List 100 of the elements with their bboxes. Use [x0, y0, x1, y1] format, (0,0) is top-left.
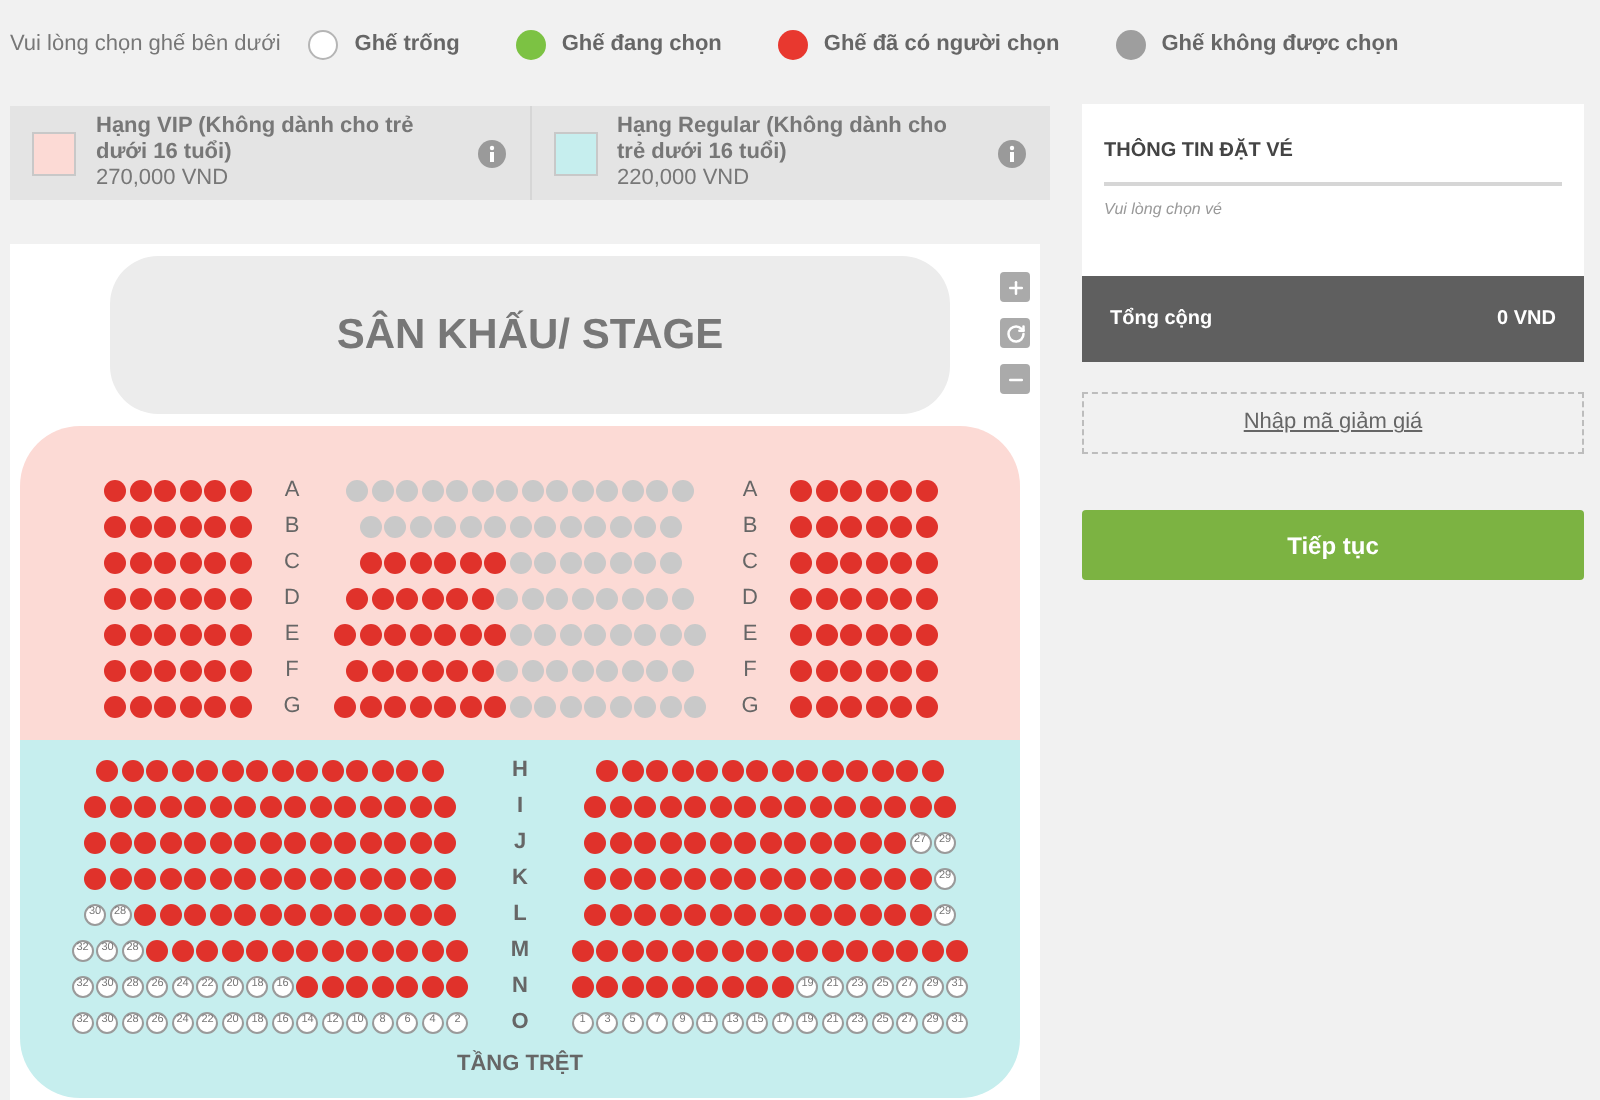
continue-button[interactable]: Tiếp tục — [1082, 510, 1584, 580]
seat — [154, 623, 177, 645]
seat — [346, 587, 369, 609]
seat — [109, 795, 131, 817]
seat — [204, 515, 227, 537]
seat — [334, 831, 356, 853]
seat — [771, 759, 794, 781]
row-label: E — [282, 619, 302, 650]
seat — [246, 759, 269, 781]
seat — [884, 831, 906, 853]
seat — [204, 479, 227, 501]
seat — [921, 759, 944, 781]
seat — [309, 831, 331, 853]
empty-note: Vui lòng chọn vé — [1104, 198, 1225, 222]
seat — [659, 623, 681, 645]
row-label: D — [282, 583, 302, 614]
seat — [846, 759, 869, 781]
seat — [834, 903, 856, 925]
seat — [159, 795, 181, 817]
seat — [840, 587, 863, 609]
seat — [509, 695, 531, 717]
seat — [646, 939, 669, 961]
seat — [734, 903, 756, 925]
seat — [634, 831, 656, 853]
seat — [884, 795, 906, 817]
seat — [171, 759, 194, 781]
seat — [790, 515, 813, 537]
seat — [521, 479, 544, 501]
seat — [534, 695, 556, 717]
seat — [815, 587, 838, 609]
seat — [154, 479, 177, 501]
seat — [596, 975, 619, 997]
seat — [296, 759, 319, 781]
seat — [154, 551, 177, 573]
zoom-in-button[interactable] — [1000, 272, 1030, 302]
seat — [534, 551, 556, 573]
seat — [434, 695, 456, 717]
seat — [184, 903, 206, 925]
seat — [159, 903, 181, 925]
seat — [204, 623, 227, 645]
seat — [496, 479, 519, 501]
row-label: A — [282, 475, 302, 506]
seat — [221, 939, 244, 961]
seat — [684, 695, 706, 717]
seat — [559, 551, 581, 573]
seat — [484, 515, 506, 537]
seat — [621, 759, 644, 781]
discount-link[interactable]: Nhập mã giảm giá — [1243, 406, 1423, 440]
row-label: G — [739, 691, 761, 722]
seat — [334, 867, 356, 889]
seat — [621, 479, 644, 501]
seat — [521, 659, 544, 681]
ticket-class-name: Hạng VIP (Không dành cho trẻ dưới 16 tuổi) — [96, 114, 416, 166]
seat — [559, 695, 581, 717]
seat — [421, 975, 444, 997]
seat — [659, 551, 681, 573]
seat — [271, 759, 294, 781]
seat — [784, 903, 806, 925]
seat — [815, 515, 838, 537]
ticket-class-name: Hạng Regular (Không dành cho trẻ dưới 16 tuổi) — [617, 114, 949, 166]
seat — [321, 975, 344, 997]
seat — [284, 867, 306, 889]
seat — [790, 695, 813, 717]
seat — [471, 479, 494, 501]
seat — [384, 867, 406, 889]
seat — [434, 903, 456, 925]
info-icon[interactable] — [477, 139, 505, 167]
zoom-out-button[interactable] — [1000, 364, 1030, 394]
row-label: M — [508, 935, 532, 966]
seat — [509, 623, 531, 645]
seat — [584, 623, 606, 645]
seat — [684, 831, 706, 853]
seat — [309, 867, 331, 889]
seat — [915, 551, 938, 573]
seat — [104, 551, 127, 573]
seat — [284, 795, 306, 817]
seat — [334, 695, 356, 717]
seat — [259, 903, 281, 925]
seat — [179, 659, 202, 681]
reset-zoom-button[interactable] — [1000, 318, 1030, 348]
seat — [821, 759, 844, 781]
seat — [734, 867, 756, 889]
seat — [884, 867, 906, 889]
ticket-class-price: 270,000 VND — [96, 166, 231, 192]
seat — [846, 939, 869, 961]
seat — [259, 795, 281, 817]
seat — [696, 975, 719, 997]
seat — [646, 479, 669, 501]
seat — [371, 759, 394, 781]
seat — [584, 903, 606, 925]
seat — [571, 587, 594, 609]
seat — [359, 515, 381, 537]
seat — [129, 515, 152, 537]
seat — [179, 551, 202, 573]
seat — [584, 695, 606, 717]
seat — [129, 479, 152, 501]
seat — [459, 551, 481, 573]
seat — [571, 659, 594, 681]
info-icon[interactable] — [998, 139, 1026, 167]
seat — [815, 659, 838, 681]
